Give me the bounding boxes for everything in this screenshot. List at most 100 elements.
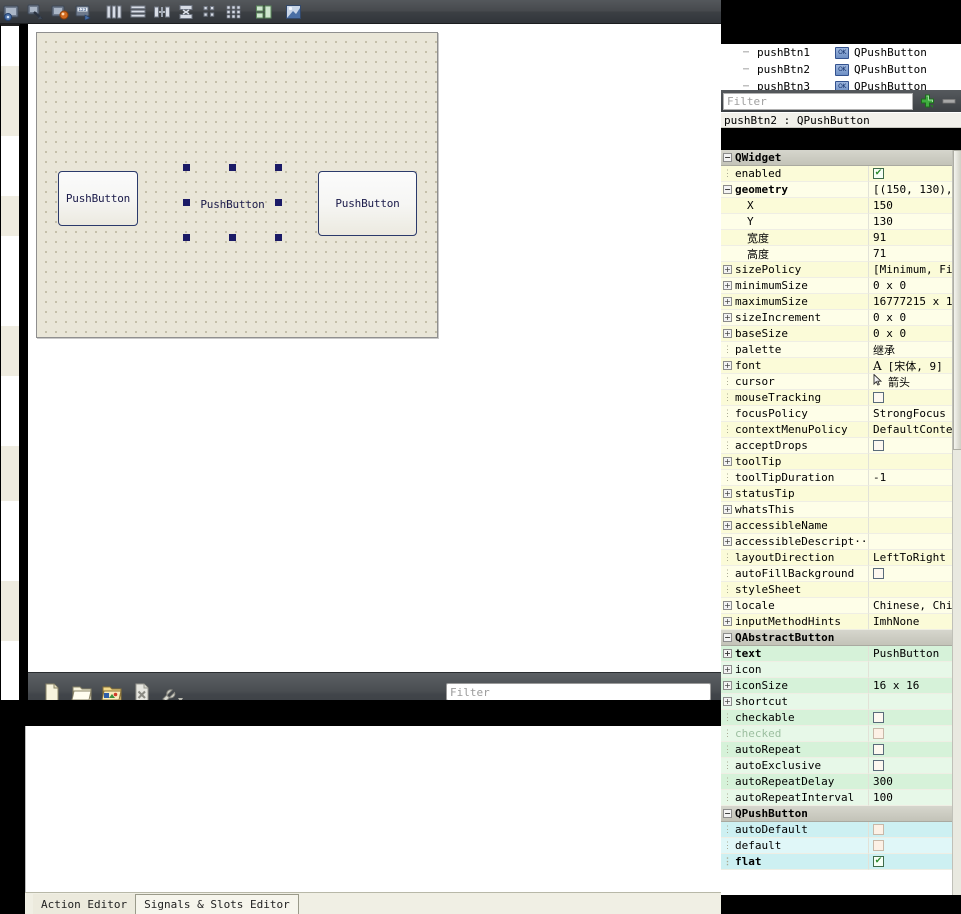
property-value-cell[interactable]	[869, 854, 961, 870]
property-value-cell[interactable]: StrongFocus	[869, 406, 961, 422]
property-row[interactable]: ⋮ checked	[721, 726, 961, 742]
property-row[interactable]: Y 130	[721, 214, 961, 230]
property-row[interactable]: + text PushButton	[721, 646, 961, 662]
property-value-cell[interactable]: ImhNone	[869, 614, 961, 630]
property-row[interactable]: + locale Chinese, China	[721, 598, 961, 614]
property-row[interactable]: ⋮ flat	[721, 854, 961, 870]
pushbutton-3[interactable]: PushButton	[318, 171, 417, 236]
property-row[interactable]: ⋮ autoRepeatInterval 100	[721, 790, 961, 806]
property-row[interactable]: ⋮ autoExclusive	[721, 758, 961, 774]
property-row[interactable]: + inputMethodHints ImhNone	[721, 614, 961, 630]
property-value-cell[interactable]: 16777215 x 16··	[869, 294, 961, 310]
expand-icon[interactable]: +	[723, 457, 732, 466]
property-row[interactable]: ⋮ autoDefault	[721, 822, 961, 838]
property-row[interactable]: + shortcut	[721, 694, 961, 710]
selection-handle[interactable]	[229, 164, 236, 171]
property-value-cell[interactable]	[869, 566, 961, 582]
selection-handle[interactable]	[275, 164, 282, 171]
property-filter-input[interactable]: Filter	[723, 92, 913, 110]
tab-signals-slots-editor[interactable]: Signals & Slots Editor	[135, 894, 299, 914]
property-row[interactable]: ⋮contextMenuPolicy DefaultContex··	[721, 422, 961, 438]
property-editor-scrollbar[interactable]	[952, 150, 961, 895]
expand-icon[interactable]: +	[723, 601, 732, 610]
property-scrollbar-thumb[interactable]	[953, 150, 961, 450]
expand-icon[interactable]: +	[723, 665, 732, 674]
property-value-cell[interactable]: PushButton	[869, 646, 961, 662]
object-tree-row[interactable]: ⋯ pushBtn3 OK QPushButton	[721, 78, 961, 90]
edit-signals-slots-icon[interactable]	[24, 1, 48, 23]
remove-property-icon[interactable]	[941, 93, 957, 109]
expand-icon[interactable]: +	[723, 265, 732, 274]
property-value-cell[interactable]	[869, 710, 961, 726]
signals-slots-editor-panel[interactable]	[25, 726, 721, 892]
add-property-icon[interactable]	[919, 93, 936, 110]
property-value-cell[interactable]	[869, 390, 961, 406]
property-value-cell[interactable]: 130	[869, 214, 961, 230]
form-canvas[interactable]: PushButton PushButton PushButton	[36, 32, 438, 338]
expand-icon[interactable]: +	[723, 313, 732, 322]
layout-vertically-in-splitter-icon[interactable]	[174, 1, 198, 23]
property-row[interactable]: ⋮ styleSheet	[721, 582, 961, 598]
property-value-cell[interactable]: 150	[869, 198, 961, 214]
layout-vertically-icon[interactable]	[126, 1, 150, 23]
property-value-cell[interactable]: 0 x 0	[869, 326, 961, 342]
resource-filter-input[interactable]: Filter	[446, 683, 711, 701]
property-value-cell[interactable]: [Minimum, Fix··	[869, 262, 961, 278]
selection-handle[interactable]	[183, 164, 190, 171]
edit-buddies-icon[interactable]	[48, 1, 72, 23]
expand-icon[interactable]: +	[723, 537, 732, 546]
property-row[interactable]: 高度 71	[721, 246, 961, 262]
property-value-cell[interactable]	[869, 822, 961, 838]
layout-horizontally-icon[interactable]	[102, 1, 126, 23]
expand-icon[interactable]: +	[723, 281, 732, 290]
property-row[interactable]: 宽度 91	[721, 230, 961, 246]
property-row[interactable]: + icon	[721, 662, 961, 678]
property-row[interactable]: −geometry [(150, 130), ··	[721, 182, 961, 198]
property-group-header[interactable]: − QAbstractButton	[721, 630, 961, 646]
checkbox-disabled[interactable]	[873, 728, 884, 739]
selection-handle[interactable]	[275, 199, 282, 206]
collapse-icon[interactable]: −	[723, 809, 732, 818]
collapse-icon[interactable]: −	[723, 633, 732, 642]
property-row[interactable]: ⋮ layoutDirection LeftToRight	[721, 550, 961, 566]
property-value-cell[interactable]: 0 x 0	[869, 278, 961, 294]
property-row[interactable]: + baseSize 0 x 0	[721, 326, 961, 342]
property-value-cell[interactable]	[869, 518, 961, 534]
expand-icon[interactable]: +	[723, 505, 732, 514]
expand-icon[interactable]: +	[723, 697, 732, 706]
property-value-cell[interactable]: 箭头	[869, 374, 961, 390]
checkbox-checked[interactable]	[873, 856, 884, 867]
property-row[interactable]: ⋮ autoRepeatDelay 300	[721, 774, 961, 790]
property-value-cell[interactable]	[869, 726, 961, 742]
edit-tab-order-icon[interactable]: 123	[72, 1, 96, 23]
checkbox-unchecked[interactable]	[873, 568, 884, 579]
checkbox-unchecked[interactable]	[873, 760, 884, 771]
property-row[interactable]: ⋮ cursor 箭头	[721, 374, 961, 390]
property-value-cell[interactable]: 100	[869, 790, 961, 806]
font-value[interactable]: A [宋体, 9]	[873, 358, 943, 373]
expand-icon[interactable]: +	[723, 649, 732, 658]
checkbox-unchecked[interactable]	[873, 712, 884, 723]
property-row[interactable]: + accessibleDescript···	[721, 534, 961, 550]
property-row[interactable]: + sizeIncrement 0 x 0	[721, 310, 961, 326]
selection-handle[interactable]	[183, 199, 190, 206]
layout-in-grid-icon[interactable]	[222, 1, 246, 23]
property-row[interactable]: ⋮ enabled	[721, 166, 961, 182]
expand-icon[interactable]: +	[723, 297, 732, 306]
tab-action-editor[interactable]: Action Editor	[33, 894, 136, 914]
cursor-value[interactable]: 箭头	[873, 374, 910, 389]
expand-icon[interactable]: +	[723, 681, 732, 690]
adjust-size-icon[interactable]	[282, 1, 306, 23]
selection-handle[interactable]	[183, 234, 190, 241]
property-row[interactable]: + whatsThis	[721, 502, 961, 518]
expand-icon[interactable]: +	[723, 617, 732, 626]
object-tree-row[interactable]: ⋯ pushBtn1 OK QPushButton	[721, 44, 961, 61]
selection-handle[interactable]	[275, 234, 282, 241]
property-row[interactable]: ⋮ focusPolicy StrongFocus	[721, 406, 961, 422]
checkbox-disabled[interactable]	[873, 840, 884, 851]
property-value-cell[interactable]: 0 x 0	[869, 310, 961, 326]
property-row[interactable]: ⋮ default	[721, 838, 961, 854]
object-inspector-tree[interactable]: ⋯ pushBtn1 OK QPushButton ⋯ pushBtn2 OK QPushBu…	[721, 44, 961, 90]
property-value-cell[interactable]	[869, 582, 961, 598]
property-row[interactable]: + toolTip	[721, 454, 961, 470]
